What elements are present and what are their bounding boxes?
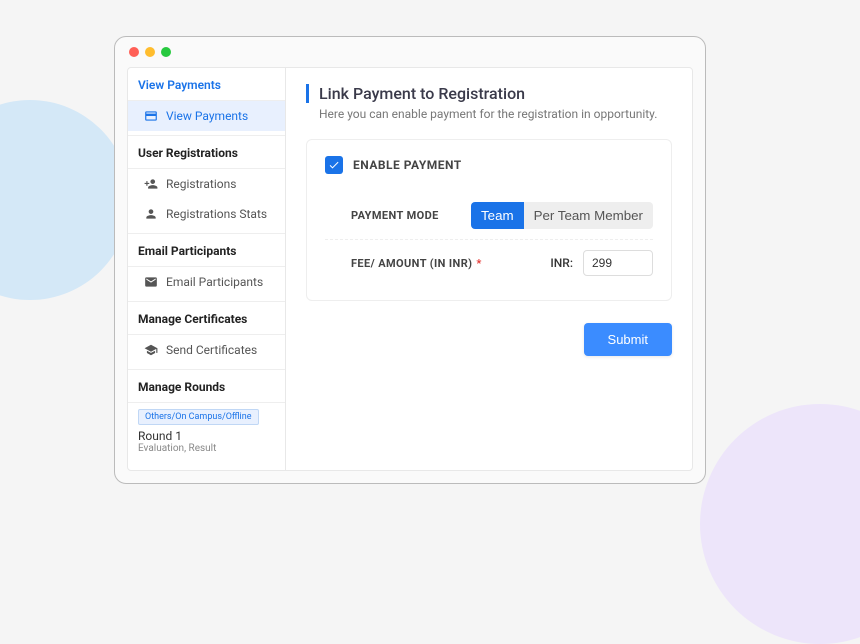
payment-card: ENABLE PAYMENT PAYMENT MODE Team Per Tea… bbox=[306, 139, 672, 301]
sidebar-header-certs: Manage Certificates bbox=[128, 302, 285, 335]
person-add-icon bbox=[144, 177, 158, 191]
sidebar-header-rounds: Manage Rounds bbox=[128, 370, 285, 403]
enable-payment-row: ENABLE PAYMENT bbox=[325, 156, 653, 174]
app-window: View Payments View Payments User Registr… bbox=[114, 36, 706, 484]
sidebar-item-label: Email Participants bbox=[166, 275, 263, 289]
toggle-per-member[interactable]: Per Team Member bbox=[524, 202, 653, 229]
titlebar bbox=[115, 37, 705, 67]
sidebar-item-label: Registrations bbox=[166, 177, 236, 191]
main-panel: Link Payment to Registration Here you ca… bbox=[286, 68, 692, 470]
fee-input[interactable] bbox=[583, 250, 653, 276]
fee-row: FEE/ AMOUNT (IN INR) * INR: bbox=[325, 240, 653, 286]
card-icon bbox=[144, 109, 158, 123]
sidebar-item-email-participants[interactable]: Email Participants bbox=[128, 267, 285, 297]
page-subtitle: Here you can enable payment for the regi… bbox=[306, 107, 672, 121]
round-tag: Others/On Campus/Offline bbox=[138, 409, 259, 425]
sidebar-header-user-reg: User Registrations bbox=[128, 136, 285, 169]
sidebar: View Payments View Payments User Registr… bbox=[128, 68, 286, 470]
submit-button[interactable]: Submit bbox=[584, 323, 672, 356]
round-sub: Evaluation, Result bbox=[128, 443, 285, 460]
mail-icon bbox=[144, 275, 158, 289]
sidebar-item-registrations[interactable]: Registrations bbox=[128, 169, 285, 199]
submit-row: Submit bbox=[306, 323, 672, 356]
sidebar-item-registrations-stats[interactable]: Registrations Stats bbox=[128, 199, 285, 229]
close-dot[interactable] bbox=[129, 47, 139, 57]
enable-payment-checkbox[interactable] bbox=[325, 156, 343, 174]
bg-decor-right bbox=[700, 404, 860, 644]
sidebar-header-email: Email Participants bbox=[128, 234, 285, 267]
required-mark: * bbox=[476, 257, 481, 270]
fee-label-text: FEE/ AMOUNT (IN INR) bbox=[351, 257, 472, 270]
sidebar-item-view-payments[interactable]: View Payments bbox=[128, 101, 285, 131]
payment-mode-row: PAYMENT MODE Team Per Team Member bbox=[325, 192, 653, 240]
maximize-dot[interactable] bbox=[161, 47, 171, 57]
payment-mode-label: PAYMENT MODE bbox=[351, 209, 439, 222]
payment-mode-toggle: Team Per Team Member bbox=[471, 202, 653, 229]
content-area: View Payments View Payments User Registr… bbox=[127, 67, 693, 471]
toggle-team[interactable]: Team bbox=[471, 202, 524, 229]
sidebar-header-payments: View Payments bbox=[128, 68, 285, 101]
sidebar-item-send-certificates[interactable]: Send Certificates bbox=[128, 335, 285, 365]
fee-input-wrap: INR: bbox=[550, 250, 653, 276]
enable-payment-label: ENABLE PAYMENT bbox=[353, 158, 462, 172]
school-icon bbox=[144, 343, 158, 357]
check-icon bbox=[328, 159, 340, 171]
inr-label: INR: bbox=[550, 256, 573, 270]
person-icon bbox=[144, 207, 158, 221]
bg-decor-left bbox=[0, 100, 130, 300]
fee-label: FEE/ AMOUNT (IN INR) * bbox=[351, 257, 482, 270]
sidebar-item-label: View Payments bbox=[166, 109, 248, 123]
sidebar-item-label: Registrations Stats bbox=[166, 207, 267, 221]
page-title: Link Payment to Registration bbox=[306, 84, 672, 103]
round-name[interactable]: Round 1 bbox=[128, 427, 285, 443]
minimize-dot[interactable] bbox=[145, 47, 155, 57]
sidebar-item-label: Send Certificates bbox=[166, 343, 257, 357]
